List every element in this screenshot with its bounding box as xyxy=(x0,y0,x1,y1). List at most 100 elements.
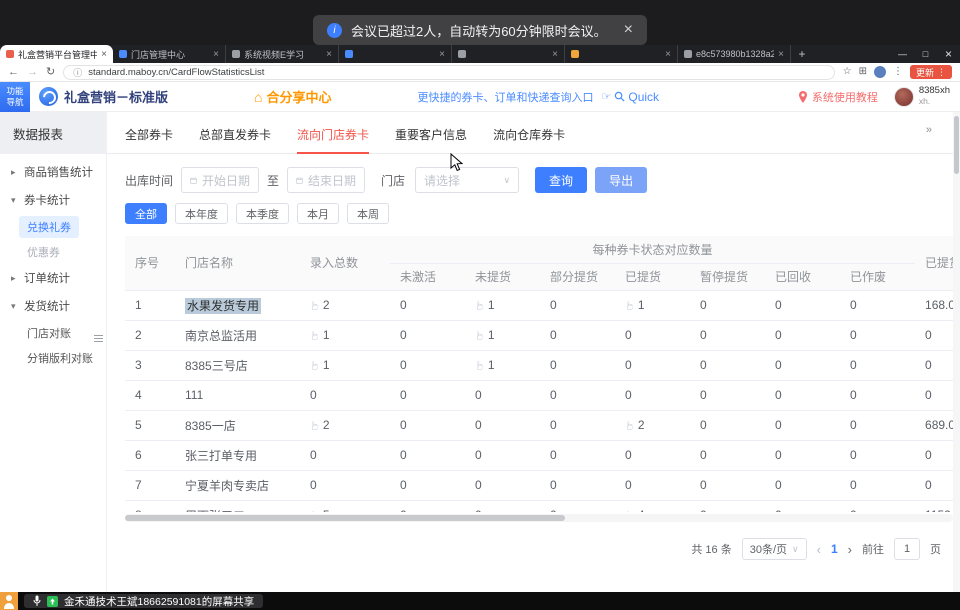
sidebar-collapse-handle[interactable] xyxy=(91,330,105,346)
browser-profile-avatar[interactable] xyxy=(874,66,886,78)
taskbar-app-icon[interactable] xyxy=(0,592,18,610)
sidebar-group[interactable]: ▾券卡统计 xyxy=(0,186,106,214)
quick-search-link[interactable]: ☞ Quick xyxy=(602,90,660,104)
horizontal-scrollbar-thumb[interactable] xyxy=(125,515,565,521)
cell-value[interactable]: 1 xyxy=(488,328,495,342)
browser-tab[interactable]: × xyxy=(565,45,678,63)
horizontal-scrollbar[interactable] xyxy=(125,514,953,522)
range-filter-button[interactable]: 本年度 xyxy=(175,203,228,224)
cell-value[interactable]: 2 xyxy=(638,418,645,432)
promo-link[interactable]: 更快捷的券卡、订单和快递查询入口 xyxy=(418,89,594,105)
extensions-icon[interactable]: ⊞ xyxy=(859,67,867,77)
main-tab[interactable]: 流向门店券卡 xyxy=(297,126,369,153)
tab-close-icon[interactable]: × xyxy=(439,49,445,60)
forward-icon[interactable]: → xyxy=(27,67,38,78)
pointer-hand-icon: ☞ xyxy=(623,511,636,512)
range-filter-button[interactable]: 本周 xyxy=(347,203,389,224)
cell-status: 0 xyxy=(465,500,540,512)
stats-table-body: 1水果发货专用☞20☞10☞1000168.02南京总监活用☞10☞100000… xyxy=(125,290,953,512)
start-date-input[interactable]: 开始日期 xyxy=(181,167,259,193)
end-date-input[interactable]: 结束日期 xyxy=(287,167,365,193)
range-filter-button[interactable]: 本月 xyxy=(297,203,339,224)
cell-store-name: 8385一店 xyxy=(175,410,300,440)
status-column-header: 已提货 xyxy=(615,263,690,290)
range-filter-button[interactable]: 本季度 xyxy=(236,203,289,224)
cell-value: 0 xyxy=(550,388,557,402)
main-tab[interactable]: 流向仓库券卡 xyxy=(493,126,565,153)
user-menu[interactable]: 8385xh xh. xyxy=(894,86,950,107)
caret-icon: ▾ xyxy=(11,195,19,206)
cell-value[interactable]: 1 xyxy=(323,358,330,372)
page-jump-input[interactable] xyxy=(894,538,920,560)
tab-close-icon[interactable]: × xyxy=(778,49,784,60)
browser-update-button[interactable]: 更新 ⋮ xyxy=(910,65,952,79)
tab-close-icon[interactable]: × xyxy=(665,49,671,60)
cell-value[interactable]: 4 xyxy=(638,508,645,512)
cell-amount: 0 xyxy=(915,350,953,380)
cell-status: 0 xyxy=(765,320,840,350)
window-minimize-button[interactable]: — xyxy=(891,45,914,63)
prev-page-button[interactable]: ‹ xyxy=(817,542,821,557)
sidebar-group[interactable]: ▾发货统计 xyxy=(0,292,106,320)
cell-value[interactable]: 2 xyxy=(323,418,330,432)
status-column-header: 未提货 xyxy=(465,263,540,290)
sidebar-item[interactable]: 分销版利对账 xyxy=(0,345,106,370)
back-icon[interactable]: ← xyxy=(8,67,19,78)
sidebar-group[interactable]: ▸订单统计 xyxy=(0,264,106,292)
page-info-icon[interactable]: ⓘ xyxy=(73,66,82,79)
calendar-icon xyxy=(190,175,197,186)
store-select[interactable]: 请选择 ∨ xyxy=(415,167,519,193)
browser-menu-icon[interactable]: ⋮ xyxy=(893,67,903,77)
page-number-1[interactable]: 1 xyxy=(831,542,838,556)
cell-status: 0 xyxy=(840,470,915,500)
browser-tab[interactable]: 礼盒营销平台管理中心× xyxy=(0,45,113,63)
bookmark-star-icon[interactable]: ☆ xyxy=(843,67,852,77)
nav-toggle-button[interactable]: 功能 导航 xyxy=(0,82,30,112)
refresh-icon[interactable]: ↻ xyxy=(46,67,55,78)
window-maximize-button[interactable]: □ xyxy=(914,45,937,63)
cell-value: 0 xyxy=(775,388,782,402)
range-filter-button[interactable]: 全部 xyxy=(125,203,167,224)
browser-tab[interactable]: × xyxy=(452,45,565,63)
tab-close-icon[interactable]: × xyxy=(552,49,558,60)
cell-value[interactable]: 1 xyxy=(638,298,645,312)
share-center-link[interactable]: ⌂ 合分享中心 xyxy=(254,87,331,106)
browser-tab[interactable]: e8c573980b1328a2586d2e6l× xyxy=(678,45,791,63)
sidebar: 数据报表 ▸商品销售统计▾券卡统计兑换礼券优惠券▸订单统计▾发货统计门店对账分销… xyxy=(0,112,107,592)
vertical-scrollbar-thumb[interactable] xyxy=(954,116,959,174)
window-close-button[interactable]: × xyxy=(937,45,960,63)
sidebar-item[interactable]: 兑换礼券 xyxy=(0,214,106,239)
browser-tab[interactable]: × xyxy=(339,45,452,63)
cell-value[interactable]: 1 xyxy=(488,358,495,372)
cell-value: 0 xyxy=(400,358,407,372)
export-button[interactable]: 导出 xyxy=(595,167,647,193)
cell-status: ☞1 xyxy=(615,290,690,320)
collapse-panel-icon[interactable]: » xyxy=(926,124,931,136)
main-tab[interactable]: 全部券卡 xyxy=(125,126,173,153)
next-page-button[interactable]: › xyxy=(848,542,852,557)
browser-tab[interactable]: 系统视频E学习× xyxy=(226,45,339,63)
cell-status: 0 xyxy=(540,290,615,320)
new-tab-button[interactable]: + xyxy=(791,45,813,63)
tutorial-link[interactable]: 系统使用教程 xyxy=(798,89,878,105)
tab-favicon xyxy=(6,50,14,58)
page-size-select[interactable]: 30条/页 ∨ xyxy=(742,538,807,560)
sidebar-group[interactable]: ▸商品销售统计 xyxy=(0,158,106,186)
cell-amount: 0 xyxy=(915,470,953,500)
vertical-scrollbar[interactable] xyxy=(953,112,960,592)
browser-tab[interactable]: 门店管理中心× xyxy=(113,45,226,63)
sidebar-item[interactable]: 优惠券 xyxy=(0,239,106,264)
cell-value[interactable]: 1 xyxy=(488,298,495,312)
url-box[interactable]: ⓘ standard.maboy.cn/CardFlowStatisticsLi… xyxy=(63,65,834,80)
search-button[interactable]: 查询 xyxy=(535,167,587,193)
cell-value[interactable]: 1 xyxy=(323,328,330,342)
main-tab[interactable]: 总部直发券卡 xyxy=(199,126,271,153)
cell-value[interactable]: 2 xyxy=(323,298,330,312)
caret-icon: ▸ xyxy=(11,167,19,178)
cell-value[interactable]: 5 xyxy=(323,508,330,512)
tab-close-icon[interactable]: × xyxy=(326,49,332,60)
tab-close-icon[interactable]: × xyxy=(101,49,107,60)
main-tab[interactable]: 重要客户信息 xyxy=(395,126,467,153)
tab-close-icon[interactable]: × xyxy=(213,49,219,60)
toast-close-icon[interactable]: × xyxy=(624,21,633,39)
